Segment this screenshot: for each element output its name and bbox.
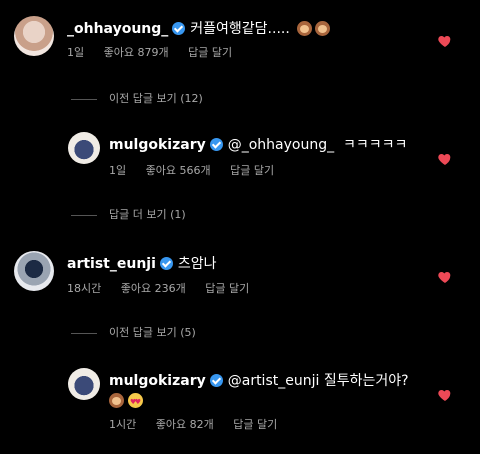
username[interactable]: artist_eunji — [67, 256, 156, 272]
avatar[interactable] — [14, 251, 54, 291]
heart-icon[interactable] — [437, 269, 453, 285]
avatar[interactable] — [14, 16, 54, 56]
see-no-evil-monkey-icon — [315, 21, 331, 36]
thread-divider — [71, 98, 97, 100]
like-count[interactable]: 좋아요 566개 — [146, 164, 211, 177]
comment-time: 18시간 — [67, 282, 102, 295]
view-previous-replies-button[interactable]: 이전 답글 보기 (12) — [71, 92, 203, 106]
thread-toggle-label: 이전 답글 보기 (5) — [109, 326, 196, 339]
heart-icon[interactable] — [437, 387, 453, 403]
verified-badge-icon — [209, 138, 223, 151]
comment-text: ㅋㅋㅋㅋㅋ — [343, 137, 408, 153]
see-no-evil-monkey-icon — [297, 21, 313, 36]
heart-eyes-icon — [128, 393, 143, 411]
reply-button[interactable]: 답글 달기 — [230, 164, 274, 177]
mention-link[interactable]: @_ohhayoung_ — [228, 137, 334, 153]
thread-divider — [71, 332, 97, 334]
comment-time: 1일 — [109, 164, 127, 177]
like-count[interactable]: 좋아요 82개 — [156, 418, 214, 431]
thread-toggle-label: 답글 더 보기 (1) — [109, 208, 186, 221]
verified-badge-icon — [209, 374, 223, 387]
comment-time: 1시간 — [109, 418, 137, 431]
avatar[interactable] — [68, 368, 100, 400]
verified-badge-icon — [159, 257, 173, 270]
verified-badge-icon — [172, 22, 186, 35]
mention-link[interactable]: @artist_eunji — [228, 373, 320, 389]
see-no-evil-monkey-icon — [109, 393, 124, 408]
comment-text: 츠암나 — [177, 256, 217, 272]
thread-toggle-label: 이전 답글 보기 (12) — [109, 92, 203, 105]
heart-icon[interactable] — [437, 151, 453, 167]
reply-button[interactable]: 답글 달기 — [188, 46, 232, 59]
username[interactable]: mulgokizary — [109, 137, 206, 153]
thread-divider — [71, 214, 97, 216]
heart-icon[interactable] — [437, 33, 453, 49]
avatar[interactable] — [68, 132, 100, 164]
view-previous-replies-button[interactable]: 이전 답글 보기 (5) — [71, 326, 196, 340]
view-more-replies-button[interactable]: 답글 더 보기 (1) — [71, 208, 186, 222]
comment-text: 커플여행같담..... — [190, 21, 290, 37]
like-count[interactable]: 좋아요 236개 — [121, 282, 186, 295]
like-count[interactable]: 좋아요 879개 — [104, 46, 169, 59]
reply-button[interactable]: 답글 달기 — [205, 282, 249, 295]
username[interactable]: _ohhayoung_ — [67, 21, 168, 37]
reply-button[interactable]: 답글 달기 — [233, 418, 277, 431]
comment-text: 질투하는거야? — [323, 373, 409, 389]
comment-time: 1일 — [67, 46, 85, 59]
username[interactable]: mulgokizary — [109, 373, 206, 389]
